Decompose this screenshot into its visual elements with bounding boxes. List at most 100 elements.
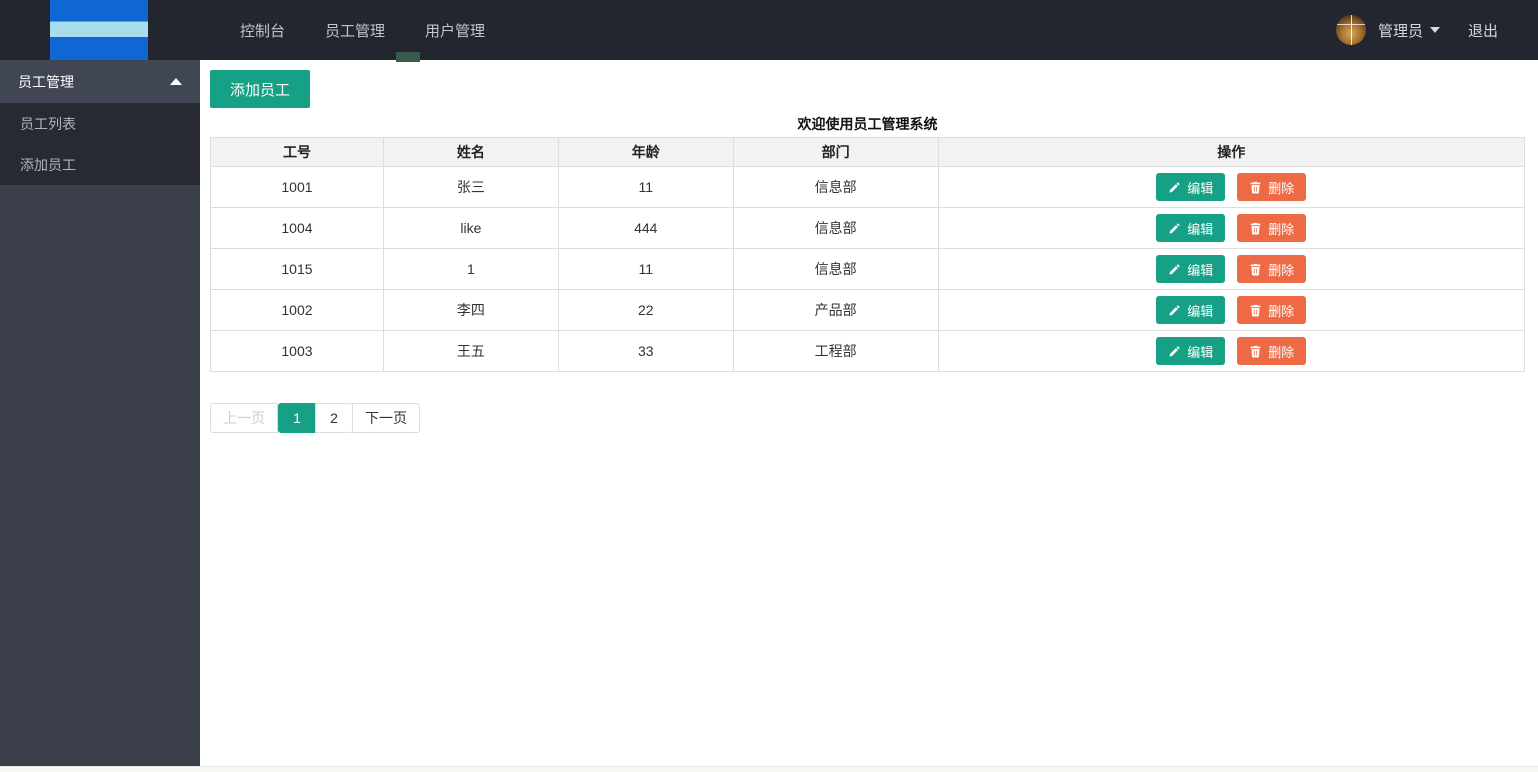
cell-operations: 编辑 删除 [938, 290, 1524, 331]
edit-button-label: 编辑 [1187, 219, 1213, 238]
nav-active-indicator [396, 52, 420, 62]
table-row: 1002 李四 22 产品部 编辑 删除 [211, 290, 1525, 331]
pencil-icon [1168, 263, 1181, 276]
trash-icon [1249, 181, 1262, 194]
sidebar-group-employee-management[interactable]: 员工管理 [0, 60, 200, 103]
employee-table: 工号 姓名 年龄 部门 操作 1001 张三 11 信息部 [210, 137, 1525, 372]
cell-department: 产品部 [733, 290, 938, 331]
bottom-scroll-strip[interactable] [0, 766, 1538, 772]
avatar-crosshair-vertical [1351, 15, 1352, 45]
cell-name: 王五 [383, 331, 558, 372]
app-root: 控制台 员工管理 用户管理 管理员 退出 员工管理 员工列表 [0, 0, 1538, 772]
table-row: 1003 王五 33 工程部 编辑 删除 [211, 331, 1525, 372]
nav-item-employee-management[interactable]: 员工管理 [325, 20, 385, 41]
trash-icon [1249, 263, 1262, 276]
cell-name: 李四 [383, 290, 558, 331]
edit-button-label: 编辑 [1187, 342, 1213, 361]
cell-name: like [383, 208, 558, 249]
pencil-icon [1168, 222, 1181, 235]
body-row: 员工管理 员工列表 添加员工 添加员工 欢迎使用员工管理系统 工号 姓名 [0, 60, 1538, 766]
table-header-row: 工号 姓名 年龄 部门 操作 [211, 138, 1525, 167]
trash-icon [1249, 222, 1262, 235]
trash-icon [1249, 345, 1262, 358]
pagination-prev-button[interactable]: 上一页 [210, 403, 278, 433]
pagination-next-button[interactable]: 下一页 [352, 403, 420, 433]
edit-button[interactable]: 编辑 [1156, 296, 1225, 324]
cell-age: 11 [558, 167, 733, 208]
cell-name: 1 [383, 249, 558, 290]
sidebar-item-add-employee[interactable]: 添加员工 [0, 144, 200, 185]
trash-icon [1249, 304, 1262, 317]
sidebar-submenu: 员工列表 添加员工 [0, 103, 200, 185]
cell-age: 33 [558, 331, 733, 372]
edit-button-label: 编辑 [1187, 260, 1213, 279]
edit-button-label: 编辑 [1187, 178, 1213, 197]
edit-button[interactable]: 编辑 [1156, 214, 1225, 242]
delete-button-label: 删除 [1268, 301, 1294, 320]
pencil-icon [1168, 181, 1181, 194]
delete-button-label: 删除 [1268, 342, 1294, 361]
cell-employee-id: 1001 [211, 167, 384, 208]
cell-age: 444 [558, 208, 733, 249]
edit-button[interactable]: 编辑 [1156, 255, 1225, 283]
delete-button-label: 删除 [1268, 178, 1294, 197]
cell-department: 工程部 [733, 331, 938, 372]
cell-age: 22 [558, 290, 733, 331]
edit-button-label: 编辑 [1187, 301, 1213, 320]
navbar-right: 管理员 退出 [1336, 15, 1498, 45]
cell-department: 信息部 [733, 208, 938, 249]
column-header-age: 年龄 [558, 138, 733, 167]
column-header-name: 姓名 [383, 138, 558, 167]
delete-button[interactable]: 删除 [1237, 337, 1306, 365]
page-title: 欢迎使用员工管理系统 [210, 114, 1525, 134]
add-employee-button[interactable]: 添加员工 [210, 70, 310, 108]
column-header-operations: 操作 [938, 138, 1524, 167]
cell-employee-id: 1002 [211, 290, 384, 331]
cell-department: 信息部 [733, 249, 938, 290]
logout-button[interactable]: 退出 [1468, 20, 1498, 41]
column-header-employee-id: 工号 [211, 138, 384, 167]
pagination-page-2[interactable]: 2 [315, 403, 353, 433]
cell-employee-id: 1004 [211, 208, 384, 249]
cell-age: 11 [558, 249, 733, 290]
edit-button[interactable]: 编辑 [1156, 337, 1225, 365]
cell-operations: 编辑 删除 [938, 208, 1524, 249]
cell-operations: 编辑 删除 [938, 167, 1524, 208]
avatar-crosshair-horizontal [1336, 24, 1366, 25]
cell-operations: 编辑 删除 [938, 331, 1524, 372]
chevron-down-icon [1430, 27, 1440, 33]
edit-button[interactable]: 编辑 [1156, 173, 1225, 201]
pencil-icon [1168, 304, 1181, 317]
table-row: 1001 张三 11 信息部 编辑 删除 [211, 167, 1525, 208]
cell-name: 张三 [383, 167, 558, 208]
cell-department: 信息部 [733, 167, 938, 208]
sidebar-item-employee-list[interactable]: 员工列表 [0, 103, 200, 144]
user-dropdown[interactable]: 管理员 [1378, 20, 1440, 41]
nav-item-user-management[interactable]: 用户管理 [425, 20, 485, 41]
user-name-label: 管理员 [1378, 20, 1423, 41]
cell-employee-id: 1003 [211, 331, 384, 372]
chevron-up-icon [170, 78, 182, 85]
cell-operations: 编辑 删除 [938, 249, 1524, 290]
sidebar-group-label: 员工管理 [18, 72, 74, 92]
delete-button[interactable]: 删除 [1237, 255, 1306, 283]
table-row: 1004 like 444 信息部 编辑 删除 [211, 208, 1525, 249]
delete-button[interactable]: 删除 [1237, 214, 1306, 242]
delete-button[interactable]: 删除 [1237, 173, 1306, 201]
table-row: 1015 1 11 信息部 编辑 删除 [211, 249, 1525, 290]
table-body: 1001 张三 11 信息部 编辑 删除 [211, 167, 1525, 372]
nav-item-console[interactable]: 控制台 [240, 20, 285, 41]
delete-button[interactable]: 删除 [1237, 296, 1306, 324]
cell-employee-id: 1015 [211, 249, 384, 290]
user-avatar[interactable] [1336, 15, 1366, 45]
pagination-page-1[interactable]: 1 [278, 403, 316, 433]
top-navbar: 控制台 员工管理 用户管理 管理员 退出 [0, 0, 1538, 60]
main-content: 添加员工 欢迎使用员工管理系统 工号 姓名 年龄 部门 操作 [200, 60, 1538, 766]
pencil-icon [1168, 345, 1181, 358]
delete-button-label: 删除 [1268, 260, 1294, 279]
brand-logo [50, 0, 148, 60]
main-nav: 控制台 员工管理 用户管理 [240, 20, 485, 41]
delete-button-label: 删除 [1268, 219, 1294, 238]
column-header-department: 部门 [733, 138, 938, 167]
pagination: 上一页 12 下一页 [210, 403, 420, 433]
